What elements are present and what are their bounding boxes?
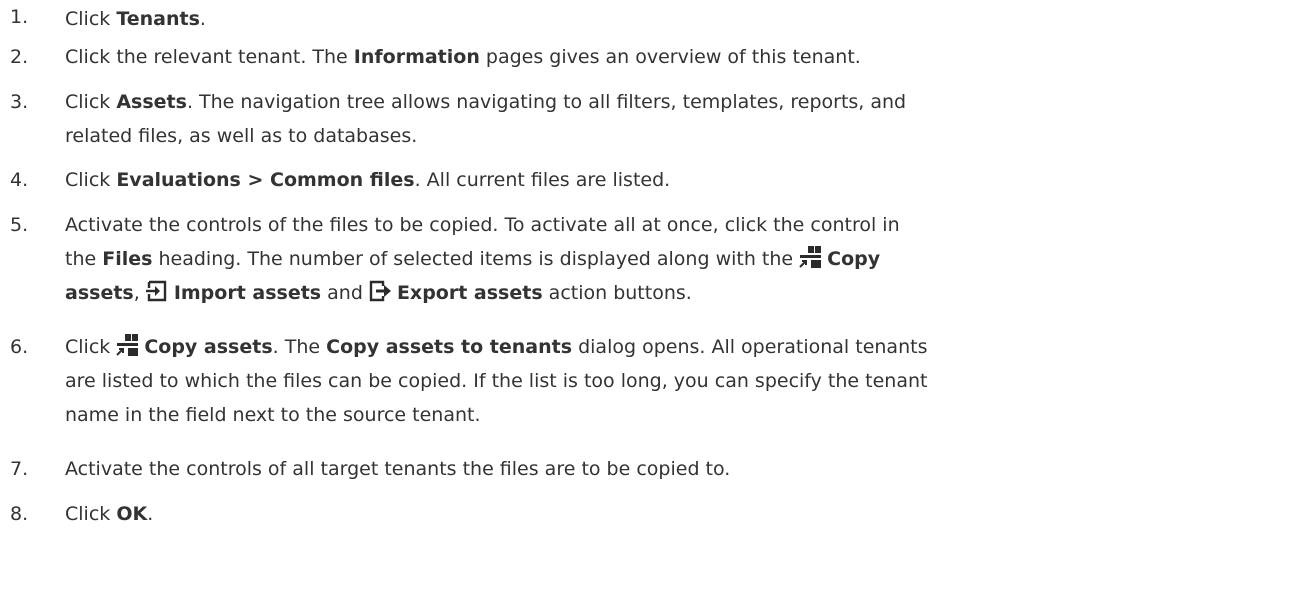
step-bold-text: assets	[65, 282, 134, 304]
step-8: 8. Click OK.	[0, 497, 1299, 537]
step-text: Click	[65, 8, 117, 30]
step-text: .	[147, 503, 154, 525]
step-bold-text: Files	[102, 248, 153, 270]
step-3: 3. Click Assets. The navigation tree allo…	[0, 85, 1299, 163]
step-number: 4.	[10, 169, 29, 191]
step-bold-text: Information	[353, 46, 480, 68]
step-number: 8.	[10, 503, 29, 525]
step-text: Activate the controls of all target tena…	[65, 458, 731, 480]
step-1: 1. Click Tenants.	[0, 0, 1299, 40]
copy-assets-icon	[799, 246, 822, 268]
step-text: Click	[65, 91, 117, 113]
step-4: 4. Click Evaluations > Common files. All …	[0, 163, 1299, 208]
step-text: and	[321, 282, 369, 304]
step-text: name in the field next to the source ten…	[65, 404, 481, 426]
step-bold-text: Export assets	[396, 282, 543, 304]
step-2: 2. Click the relevant tenant. The Informa…	[0, 40, 1299, 85]
step-text: Click	[65, 503, 117, 525]
step-text: . All current files are listed.	[414, 169, 671, 191]
step-bold-text: Evaluations > Common files	[116, 169, 415, 191]
step-text: heading. The number of selected items is…	[152, 248, 800, 270]
step-text: action buttons.	[542, 282, 692, 304]
step-5: 5. Activate the controls of the files to …	[0, 208, 1299, 330]
step-bold-text: Copy	[827, 248, 881, 270]
step-text: Click	[65, 336, 117, 358]
step-text: Click the relevant tenant. The	[65, 46, 354, 68]
step-number: 5.	[10, 214, 29, 236]
step-text: Activate the controls of the files to be…	[65, 214, 900, 236]
step-bold-text: Copy assets to tenants	[326, 336, 573, 358]
step-text: pages gives an overview of this tenant.	[479, 46, 861, 68]
step-number: 7.	[10, 458, 29, 480]
step-number: 2.	[10, 46, 29, 68]
step-bold-text: Tenants	[116, 8, 200, 30]
step-text: . The navigation tree allows navigating …	[186, 91, 907, 113]
step-text: dialog opens. All operational tenants	[572, 336, 928, 358]
step-6: 6. Click Copy assets. The Copy assets to …	[0, 330, 1299, 452]
step-bold-text: Copy assets	[144, 336, 273, 358]
step-bold-text: Import assets	[173, 282, 322, 304]
step-text: ,	[133, 282, 146, 304]
step-text: related files, as well as to databases.	[65, 125, 418, 147]
step-text: are listed to which the files can be cop…	[65, 370, 928, 392]
step-bold-text: OK	[116, 503, 148, 525]
step-text: the	[65, 248, 103, 270]
import-assets-icon	[145, 280, 168, 302]
step-7: 7. Activate the controls of all target te…	[0, 452, 1299, 497]
export-assets-icon	[369, 280, 391, 302]
step-number: 1.	[10, 6, 29, 28]
step-number: 3.	[10, 91, 29, 113]
step-bold-text: Assets	[116, 91, 187, 113]
instruction-steps: 1. Click Tenants. 2. Click the relevant te…	[0, 0, 1299, 537]
step-text: . The	[272, 336, 327, 358]
copy-assets-icon	[116, 334, 139, 356]
step-text: .	[199, 8, 206, 30]
step-text: Click	[65, 169, 117, 191]
step-number: 6.	[10, 336, 29, 358]
